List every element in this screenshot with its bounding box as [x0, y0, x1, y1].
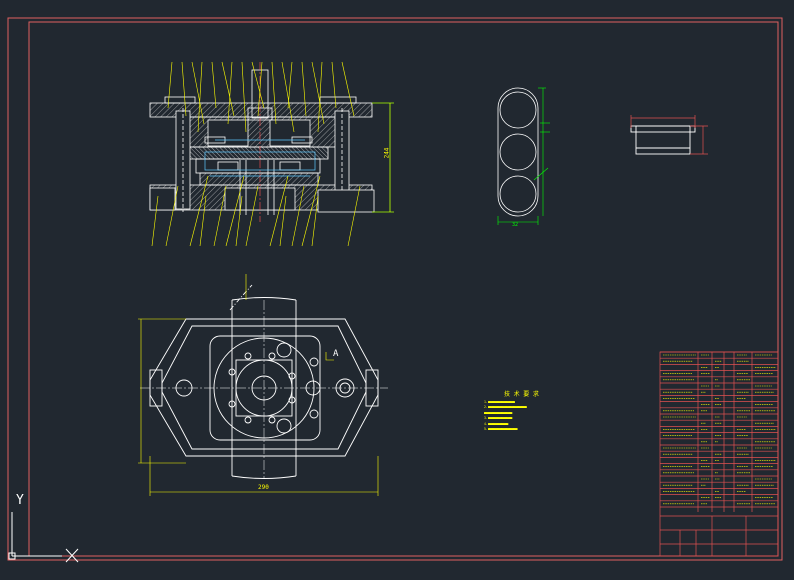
- plan-width-text: 290: [258, 484, 269, 491]
- leader-line: [211, 61, 217, 109]
- tech-req-line: ■■■■■■■■■■■■■■■■■■■■■: [484, 410, 512, 415]
- strip-layout-view[interactable]: [497, 87, 539, 217]
- height-dimension-text: 244: [383, 147, 391, 159]
- tech-req-line: 3. ■■■■■■■■■■■■■■■■■■: [484, 416, 512, 421]
- drawing-frame: [7, 17, 783, 561]
- section-mark-text: A: [333, 349, 339, 359]
- tech-req-line: 1. ■■■■■■■■■■■■■■■■■■■■: [484, 400, 515, 404]
- leader-line: [251, 61, 265, 109]
- title-block-text-marks: [663, 354, 776, 505]
- part-detail-view[interactable]: [630, 125, 696, 155]
- cad-drawing-canvas[interactable]: Y 244 290 A 32 技 术 要 求 1. ■■■■■■■■■■■■■■…: [0, 0, 794, 576]
- plan-centerlines: [140, 300, 388, 478]
- plan-dimensions: [138, 274, 379, 496]
- ucs-y-label: Y: [16, 493, 24, 508]
- tech-req-title: 技 术 要 求: [504, 391, 539, 398]
- strip-dimensions: [497, 87, 550, 225]
- tech-req-line: 4. ■■■■■■■■■■■■■■■: [484, 421, 508, 426]
- technical-requirements-block: 技 术 要 求 1. ■■■■■■■■■■■■■■■■■■■■ 2. ■■■■■■…: [484, 392, 594, 433]
- leader-line: [331, 61, 337, 109]
- tech-req-line: 2. ■■■■■■■■■■■■■■■■■■■■■■■■■■■■■: [484, 405, 527, 410]
- tech-req-line: 5. ■■■■■■■■■■■■■■■■■■■■■■: [484, 426, 518, 431]
- leader-line: [287, 61, 293, 109]
- leader-line: [167, 61, 173, 109]
- detail-width-text: 32: [512, 222, 519, 228]
- ucs-icon: [8, 512, 62, 560]
